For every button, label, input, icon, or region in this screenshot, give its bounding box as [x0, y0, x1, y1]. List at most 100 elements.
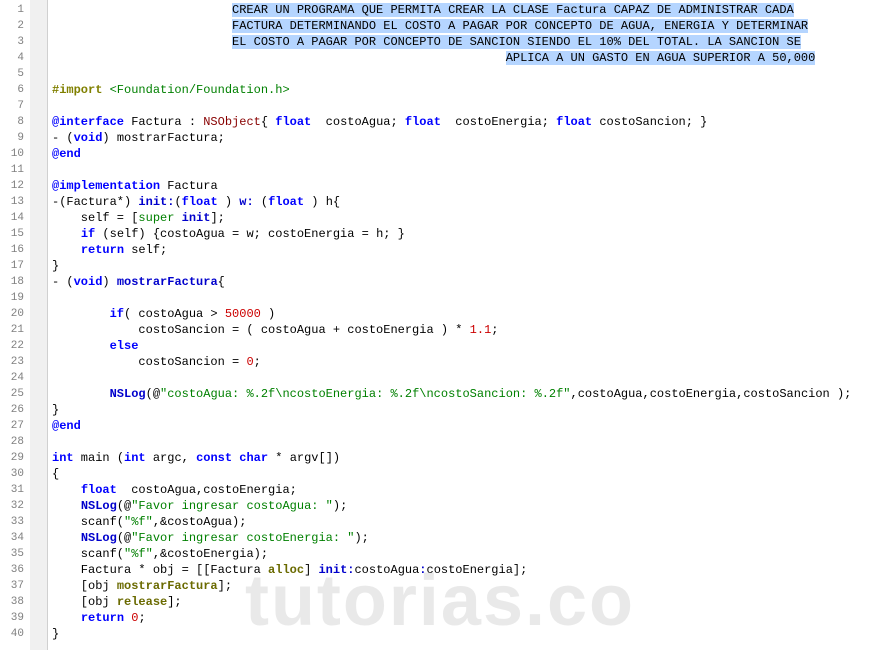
- token: costoSancion = ( costoAgua + costoEnergi…: [52, 323, 470, 337]
- code-line[interactable]: [52, 98, 880, 114]
- token: ,&costoAgua);: [153, 515, 247, 529]
- line-number: 7: [2, 98, 24, 114]
- code-line[interactable]: - (void) mostrarFactura;: [52, 130, 880, 146]
- token: main (: [74, 451, 124, 465]
- code-line[interactable]: scanf("%f",&costoAgua);: [52, 514, 880, 530]
- code-line[interactable]: int main (int argc, const char * argv[]): [52, 450, 880, 466]
- token: "Favor ingresar costoEnergia: ": [131, 531, 354, 545]
- token: - (: [52, 131, 74, 145]
- line-number: 2: [2, 18, 24, 34]
- code-line[interactable]: @end: [52, 146, 880, 162]
- line-number: 31: [2, 482, 24, 498]
- token: );: [333, 499, 347, 513]
- line-number: 11: [2, 162, 24, 178]
- token: {: [261, 115, 275, 129]
- code-line[interactable]: [52, 290, 880, 306]
- line-number-gutter: 1234567891011121314151617181920212223242…: [0, 0, 30, 650]
- code-line[interactable]: [52, 370, 880, 386]
- token: float: [405, 115, 441, 129]
- code-line[interactable]: - (void) mostrarFactura{: [52, 274, 880, 290]
- code-line[interactable]: [obj mostrarFactura];: [52, 578, 880, 594]
- code-line[interactable]: NSLog(@"Favor ingresar costoAgua: ");: [52, 498, 880, 514]
- code-line[interactable]: @interface Factura : NSObject{ float cos…: [52, 114, 880, 130]
- code-line[interactable]: -(Factura*) init:(float ) w: (float ) h{: [52, 194, 880, 210]
- code-line[interactable]: [52, 162, 880, 178]
- code-line[interactable]: @end: [52, 418, 880, 434]
- line-number: 13: [2, 194, 24, 210]
- line-number: 10: [2, 146, 24, 162]
- token: Factura: [160, 179, 218, 193]
- code-line[interactable]: }: [52, 626, 880, 642]
- token: ;: [491, 323, 498, 337]
- token: ];: [167, 595, 181, 609]
- token: costoSancion; }: [592, 115, 707, 129]
- token: [52, 35, 232, 49]
- token: EL COSTO A PAGAR POR CONCEPTO DE SANCION…: [232, 35, 801, 49]
- token: -(Factura*): [52, 195, 138, 209]
- code-line[interactable]: NSLog(@"Favor ingresar costoEnergia: ");: [52, 530, 880, 546]
- line-number: 9: [2, 130, 24, 146]
- code-line[interactable]: CREAR UN PROGRAMA QUE PERMITA CREAR LA C…: [52, 2, 880, 18]
- token: "%f": [124, 515, 153, 529]
- code-line[interactable]: if (self) {costoAgua = w; costoEnergia =…: [52, 226, 880, 242]
- code-line[interactable]: FACTURA DETERMINANDO EL COSTO A PAGAR PO…: [52, 18, 880, 34]
- line-number: 27: [2, 418, 24, 434]
- token: float: [81, 483, 117, 497]
- code-line[interactable]: NSLog(@"costoAgua: %.2f\ncostoEnergia: %…: [52, 386, 880, 402]
- code-area[interactable]: CREAR UN PROGRAMA QUE PERMITA CREAR LA C…: [48, 0, 880, 650]
- code-line[interactable]: @implementation Factura: [52, 178, 880, 194]
- token: [52, 227, 81, 241]
- code-line[interactable]: #import <Foundation/Foundation.h>: [52, 82, 880, 98]
- token: ): [218, 195, 240, 209]
- code-line[interactable]: costoSancion = 0;: [52, 354, 880, 370]
- line-number: 30: [2, 466, 24, 482]
- token: ) mostrarFactura;: [102, 131, 224, 145]
- line-number: 39: [2, 610, 24, 626]
- code-line[interactable]: scanf("%f",&costoEnergia);: [52, 546, 880, 562]
- line-number: 15: [2, 226, 24, 242]
- line-number: 17: [2, 258, 24, 274]
- token: [52, 339, 110, 353]
- code-line[interactable]: {: [52, 466, 880, 482]
- code-editor[interactable]: 1234567891011121314151617181920212223242…: [0, 0, 880, 650]
- token: costoEnergia;: [441, 115, 556, 129]
- token: char: [239, 451, 268, 465]
- code-line[interactable]: return self;: [52, 242, 880, 258]
- code-line[interactable]: else: [52, 338, 880, 354]
- code-line[interactable]: costoSancion = ( costoAgua + costoEnergi…: [52, 322, 880, 338]
- code-line[interactable]: [obj release];: [52, 594, 880, 610]
- token: FACTURA DETERMINANDO EL COSTO A PAGAR PO…: [232, 19, 808, 33]
- code-line[interactable]: if( costoAgua > 50000 ): [52, 306, 880, 322]
- token: mostrarFactura: [117, 579, 218, 593]
- token: ]: [304, 563, 318, 577]
- token: 0: [246, 355, 253, 369]
- token: if: [81, 227, 95, 241]
- token: CREAR UN PROGRAMA QUE PERMITA CREAR LA C…: [232, 3, 794, 17]
- token: ): [304, 195, 326, 209]
- code-line[interactable]: }: [52, 402, 880, 418]
- line-number: 18: [2, 274, 24, 290]
- token: }: [52, 259, 59, 273]
- code-line[interactable]: return 0;: [52, 610, 880, 626]
- code-line[interactable]: self = [super init];: [52, 210, 880, 226]
- line-number: 14: [2, 210, 24, 226]
- code-line[interactable]: APLICA A UN GASTO EN AGUA SUPERIOR A 50,…: [52, 50, 880, 66]
- line-number: 8: [2, 114, 24, 130]
- code-line[interactable]: EL COSTO A PAGAR POR CONCEPTO DE SANCION…: [52, 34, 880, 50]
- token: ;: [138, 611, 145, 625]
- token: [52, 387, 110, 401]
- token: alloc: [268, 563, 304, 577]
- token: [52, 307, 110, 321]
- code-line[interactable]: [52, 434, 880, 450]
- code-line[interactable]: }: [52, 258, 880, 274]
- line-number: 32: [2, 498, 24, 514]
- code-line[interactable]: [52, 66, 880, 82]
- token: (self) {costoAgua = w; costoEnergia = h;…: [95, 227, 405, 241]
- token: int: [52, 451, 74, 465]
- token: ];: [218, 579, 232, 593]
- token: }: [52, 403, 59, 417]
- token: (: [174, 195, 181, 209]
- token: - (: [52, 275, 74, 289]
- code-line[interactable]: float costoAgua,costoEnergia;: [52, 482, 880, 498]
- code-line[interactable]: Factura * obj = [[Factura alloc] init:co…: [52, 562, 880, 578]
